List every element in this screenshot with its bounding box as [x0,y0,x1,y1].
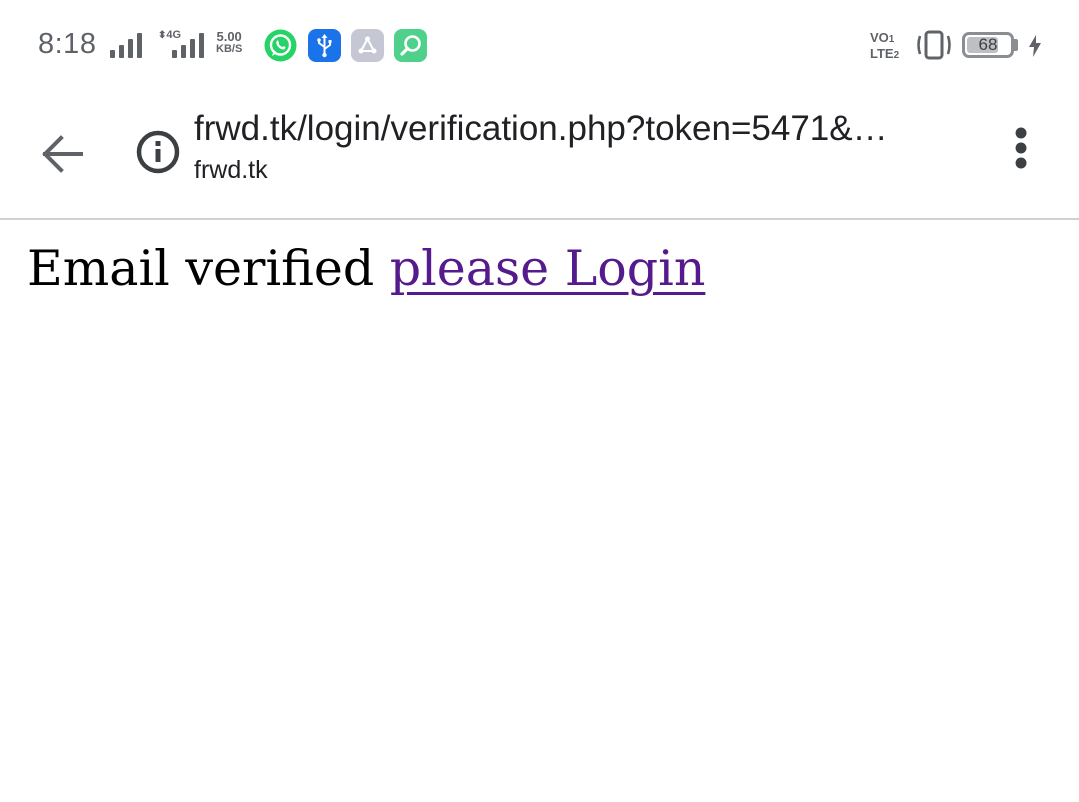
page-info-button[interactable] [128,122,188,182]
arrow-left-icon [42,135,83,173]
status-bar: 8:18 ⬍4G 5.00 KB/S VO1 LTE2 68 [0,0,1079,92]
vibrate-icon [914,30,954,64]
network-speed: 5.00 KB/S [216,29,243,55]
whatsapp-icon [264,29,297,62]
battery-icon: 68 [962,32,1014,58]
share-icon [351,29,384,62]
battery-level: 68 [978,35,998,54]
login-link[interactable]: please Login [390,240,706,297]
more-options-button[interactable] [994,116,1048,180]
url-domain: frwd.tk [194,156,268,184]
charging-icon [1027,35,1043,61]
search-app-icon [394,29,427,62]
browser-toolbar: frwd.tk/login/verification.php?token=547… [0,92,1079,220]
battery-nub [1014,39,1018,51]
verification-message: Email verified [27,240,375,297]
usb-icon [308,29,341,62]
info-icon [136,130,180,174]
volte-indicator: VO1 LTE2 [870,30,900,62]
signal-strength-2-icon [172,32,212,58]
status-time: 8:18 [38,28,97,60]
signal-strength-icon [110,32,150,58]
back-button[interactable] [30,122,94,186]
url-bar[interactable]: frwd.tk/login/verification.php?token=547… [194,106,954,186]
url-text: frwd.tk/login/verification.php?token=547… [194,109,888,148]
more-vert-icon [1015,127,1027,169]
page-content: Email verified please Login [27,240,705,297]
